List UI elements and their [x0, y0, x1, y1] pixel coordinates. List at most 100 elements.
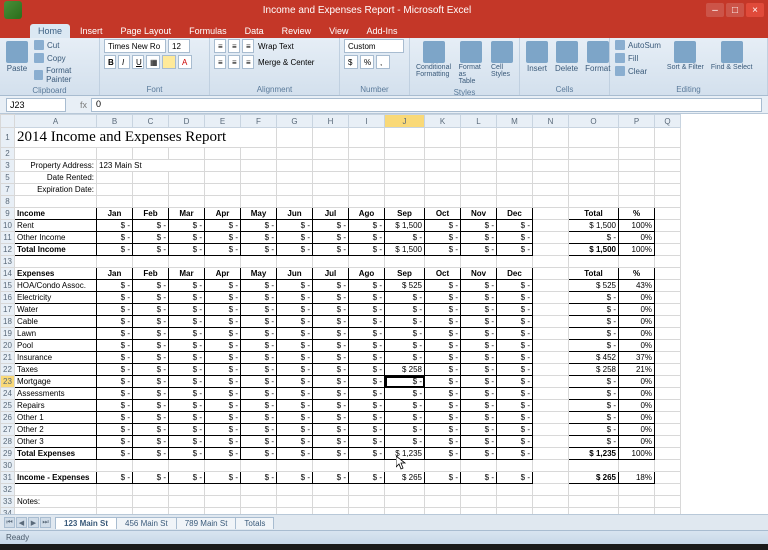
data-cell[interactable]: $ - [313, 412, 349, 424]
data-cell[interactable]: $ - [133, 436, 169, 448]
data-cell[interactable]: $ - [97, 364, 133, 376]
autosum-button[interactable]: AutoSum [614, 39, 662, 51]
data-cell[interactable]: $ - [425, 292, 461, 304]
sheet-tab[interactable]: Totals [235, 517, 274, 529]
data-cell[interactable]: $ - [349, 340, 385, 352]
data-cell[interactable]: $ - [461, 352, 497, 364]
row-header[interactable]: 9 [1, 208, 15, 220]
data-cell[interactable]: $ - [205, 220, 241, 232]
data-cell[interactable]: $ - [425, 280, 461, 292]
sheet-nav-last-button[interactable]: ⏭ [40, 517, 51, 528]
underline-button[interactable]: U [132, 55, 144, 69]
row-header[interactable]: 15 [1, 280, 15, 292]
column-header[interactable]: J [385, 115, 425, 128]
data-cell[interactable]: $ - [461, 340, 497, 352]
italic-button[interactable]: I [118, 55, 130, 69]
data-cell[interactable]: $ - [205, 244, 241, 256]
data-cell[interactable]: $ - [133, 388, 169, 400]
data-cell[interactable]: $ - [169, 328, 205, 340]
data-cell[interactable]: $ - [461, 472, 497, 484]
clear-button[interactable]: Clear [614, 65, 662, 77]
data-cell[interactable]: $ - [461, 424, 497, 436]
row-header[interactable]: 21 [1, 352, 15, 364]
data-cell[interactable]: $ - [349, 412, 385, 424]
column-header[interactable]: Q [655, 115, 681, 128]
data-cell[interactable]: $ - [133, 412, 169, 424]
row-header[interactable]: 3 [1, 160, 15, 172]
data-cell[interactable]: $ - [349, 424, 385, 436]
data-cell[interactable]: $ - [241, 436, 277, 448]
data-cell[interactable]: $ - [425, 472, 461, 484]
data-cell[interactable]: $ - [169, 280, 205, 292]
column-header[interactable]: D [169, 115, 205, 128]
data-cell[interactable]: $ - [313, 424, 349, 436]
data-cell[interactable]: $ - [133, 448, 169, 460]
column-header[interactable]: M [497, 115, 533, 128]
data-cell[interactable]: $ - [241, 316, 277, 328]
row-header[interactable]: 33 [1, 496, 15, 508]
data-cell[interactable]: $ - [241, 472, 277, 484]
data-cell[interactable]: $ - [97, 472, 133, 484]
row-header[interactable]: 10 [1, 220, 15, 232]
copy-button[interactable]: Copy [33, 52, 95, 64]
data-cell[interactable]: $ - [277, 376, 313, 388]
data-cell[interactable]: $ - [385, 316, 425, 328]
align-bot-button[interactable]: ≡ [242, 39, 254, 53]
row-header[interactable]: 5 [1, 172, 15, 184]
data-cell[interactable]: $ - [97, 436, 133, 448]
data-cell[interactable]: $ - [133, 472, 169, 484]
data-cell[interactable]: $ - [349, 448, 385, 460]
data-cell[interactable]: $ - [349, 304, 385, 316]
sheet-tab[interactable]: 789 Main St [176, 517, 237, 529]
paste-button[interactable]: Paste [4, 39, 30, 75]
data-cell[interactable]: $ - [349, 280, 385, 292]
data-cell[interactable]: $ - [133, 328, 169, 340]
data-cell[interactable]: $ - [313, 244, 349, 256]
data-cell[interactable]: $ - [97, 340, 133, 352]
data-cell[interactable]: $ - [425, 388, 461, 400]
row-header[interactable]: 25 [1, 400, 15, 412]
data-cell[interactable]: $ - [497, 352, 533, 364]
data-cell[interactable]: $ - [205, 232, 241, 244]
data-cell[interactable]: $ - [133, 244, 169, 256]
data-cell[interactable]: $ - [241, 340, 277, 352]
data-cell[interactable]: $ - [313, 280, 349, 292]
row-header[interactable]: 22 [1, 364, 15, 376]
data-cell[interactable]: $ - [349, 328, 385, 340]
data-cell[interactable]: $ - [313, 364, 349, 376]
data-cell[interactable]: $ - [349, 436, 385, 448]
maximize-button[interactable]: □ [726, 3, 744, 17]
data-cell[interactable]: $ - [277, 316, 313, 328]
data-cell[interactable]: $ - [497, 220, 533, 232]
row-header[interactable]: 27 [1, 424, 15, 436]
data-cell[interactable]: $ - [349, 364, 385, 376]
data-cell[interactable]: $ - [205, 364, 241, 376]
row-header[interactable]: 28 [1, 436, 15, 448]
data-cell[interactable]: $ - [277, 304, 313, 316]
formula-input[interactable]: 0 [91, 98, 762, 112]
data-cell[interactable]: $ - [385, 376, 425, 388]
data-cell[interactable]: $ - [349, 400, 385, 412]
data-cell[interactable]: $ - [313, 400, 349, 412]
data-cell[interactable]: $ - [97, 316, 133, 328]
data-cell[interactable]: $ - [385, 304, 425, 316]
column-header[interactable]: E [205, 115, 241, 128]
data-cell[interactable]: $ - [97, 328, 133, 340]
data-cell[interactable]: $ - [97, 424, 133, 436]
data-cell[interactable]: $ - [385, 340, 425, 352]
data-cell[interactable]: $ - [461, 400, 497, 412]
data-cell[interactable]: $ - [385, 292, 425, 304]
data-cell[interactable]: $ - [277, 352, 313, 364]
data-cell[interactable]: $ - [349, 316, 385, 328]
fx-icon[interactable]: fx [80, 100, 87, 110]
row-header[interactable]: 8 [1, 196, 15, 208]
data-cell[interactable]: $ - [205, 292, 241, 304]
close-button[interactable]: × [746, 3, 764, 17]
data-cell[interactable]: $ - [425, 232, 461, 244]
row-header[interactable]: 31 [1, 472, 15, 484]
data-cell[interactable]: $ - [133, 400, 169, 412]
data-cell[interactable]: $ - [461, 376, 497, 388]
data-cell[interactable]: $ - [205, 340, 241, 352]
data-cell[interactable]: $ - [277, 412, 313, 424]
data-cell[interactable]: $ - [461, 292, 497, 304]
